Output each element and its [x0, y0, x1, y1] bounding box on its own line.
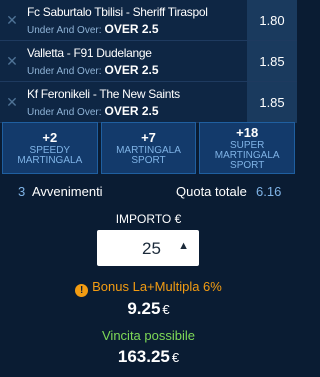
market-label: Under And Over: OVER 2.5 — [27, 22, 159, 36]
bonus-option-super-martingala-sport[interactable]: +18 SUPER MARTINGALA SPORT — [199, 122, 296, 174]
match-name: Kf Feronikeli - The New Saints — [27, 87, 180, 101]
odd-value[interactable]: 1.85 — [247, 82, 297, 122]
bonus-label: Bonus La+Multipla 6% — [92, 279, 222, 294]
win-label: Vincita possibile — [102, 328, 195, 343]
market-label: Under And Over: OVER 2.5 — [27, 63, 159, 77]
bonus-plus: +2 — [42, 129, 58, 145]
bonus-name: SUPER MARTINGALA SPORT — [214, 139, 280, 171]
bonus-name: MARTINGALA SPORT — [116, 144, 181, 166]
odd-value[interactable]: 1.80 — [247, 0, 297, 40]
total-odd-label: Quota totale — [176, 184, 247, 199]
bonus-plus: +7 — [141, 129, 156, 145]
total-odd-value: 6.16 — [256, 184, 282, 199]
remove-bet-icon[interactable]: ✕ — [6, 13, 18, 27]
selection: OVER 2.5 — [104, 63, 159, 77]
remove-bet-icon[interactable]: ✕ — [6, 95, 18, 109]
selection: OVER 2.5 — [104, 22, 159, 36]
win-amount: 163.25 € — [117, 347, 180, 366]
bonus-name: SPEEDY MARTINGALA — [17, 144, 83, 166]
bonus-amount: 9.25 € — [127, 299, 170, 318]
market-label: Under And Over: OVER 2.5 — [27, 104, 159, 118]
bonus-plus: +18 — [236, 124, 259, 140]
bet-row: ✕ Fc Saburtalo Tbilisi - Sheriff Tiraspo… — [0, 0, 297, 41]
bonus-options: +2 SPEEDY MARTINGALA +7 MARTINGALA SPORT +… — [0, 122, 297, 174]
stake-value: 25 — [142, 239, 161, 258]
bonus-line: ! Bonus La+Multipla 6% — [0, 279, 297, 297]
bonus-option-martingala-sport[interactable]: +7 MARTINGALA SPORT — [100, 122, 197, 174]
remove-bet-icon[interactable]: ✕ — [6, 54, 18, 68]
bet-row: ✕ Kf Feronikeli - The New Saints Under A… — [0, 82, 297, 123]
match-name: Valletta - F91 Dudelange — [27, 46, 152, 60]
selection: OVER 2.5 — [104, 104, 159, 118]
match-name: Fc Saburtalo Tbilisi - Sheriff Tiraspol — [27, 5, 208, 19]
events-label: Avvenimenti — [32, 184, 103, 199]
info-icon[interactable]: ! — [75, 284, 89, 297]
caret-up-icon[interactable]: ▲ — [178, 240, 189, 252]
stake-select[interactable]: 25 ▲ — [97, 230, 199, 266]
stake-label: IMPORTO € — [115, 212, 182, 226]
bet-row: ✕ Valletta - F91 Dudelange Under And Ove… — [0, 41, 297, 82]
summary-row: 3 Avvenimenti Quota totale 6.16 — [0, 180, 297, 204]
odd-value[interactable]: 1.85 — [247, 41, 297, 81]
events-count: 3 — [18, 184, 26, 199]
bonus-option-speedy-martingala[interactable]: +2 SPEEDY MARTINGALA — [2, 122, 98, 174]
